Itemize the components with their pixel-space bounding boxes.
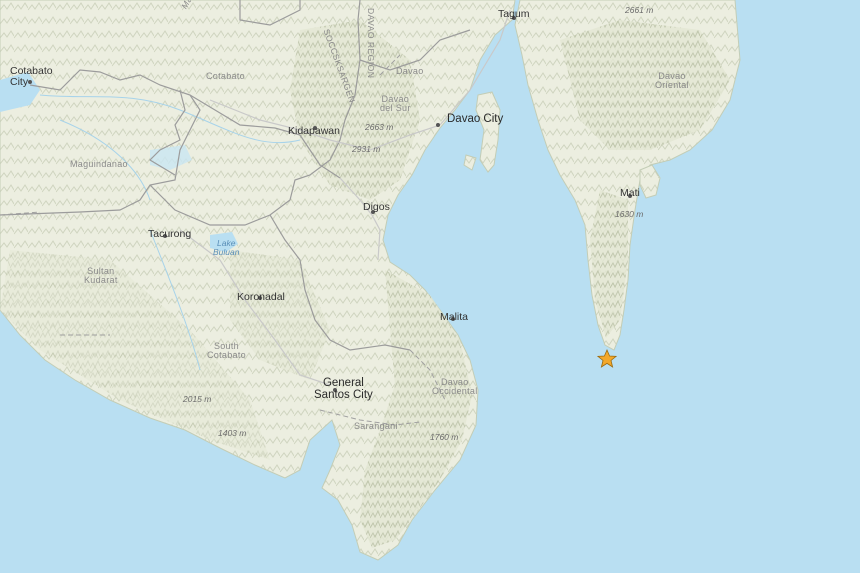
label-cotabato-city: Cotabato City: [10, 65, 53, 88]
star-icon[interactable]: [597, 349, 617, 368]
label-kidapawan: Kidapawan: [288, 125, 340, 137]
label-south-cotabato: South Cotabato: [207, 341, 246, 361]
label-davao: Davao: [396, 66, 424, 76]
label-davao-occidental: Davao Occidental: [432, 377, 478, 397]
label-tacurong: Tacurong: [148, 228, 192, 240]
label-maguindanao: Maguindanao: [70, 159, 128, 169]
elevation-2931: 2931 m: [352, 144, 381, 154]
basemap: [0, 0, 860, 573]
label-davao-del-sur: Davao del Sur: [380, 94, 411, 114]
elevation-1630: 1630 m: [615, 209, 644, 219]
label-sarangani: Sarangani: [354, 421, 398, 431]
label-sultan-kudarat: Sultan Kudarat: [84, 266, 118, 286]
label-davao-city: Davao City: [447, 113, 504, 125]
elevation-2661: 2661 m: [625, 5, 654, 15]
label-davao-region: DAVAO REGION: [366, 8, 376, 79]
elevation-2015: 2015 m: [183, 394, 212, 404]
label-cotabato: Cotabato: [206, 71, 245, 81]
label-malita: Malita: [440, 311, 469, 323]
label-davao-oriental: Davao Oriental: [655, 71, 689, 91]
elevation-1760: 1760 m: [430, 432, 459, 442]
label-digos: Digos: [363, 201, 390, 213]
map-viewport[interactable]: Cotabato City Cotabato Maguindanao Tacur…: [0, 0, 860, 573]
label-general-santos-city: General Santos City: [314, 377, 373, 402]
label-koronadal: Koronadal: [237, 291, 285, 303]
label-mati: Mati: [620, 187, 640, 199]
label-lake-buluan: Lake Buluan: [213, 238, 240, 257]
elevation-2663: 2663 m: [365, 122, 394, 132]
elevation-1403: 1403 m: [218, 428, 247, 438]
label-tagum: Tagum: [498, 8, 530, 20]
